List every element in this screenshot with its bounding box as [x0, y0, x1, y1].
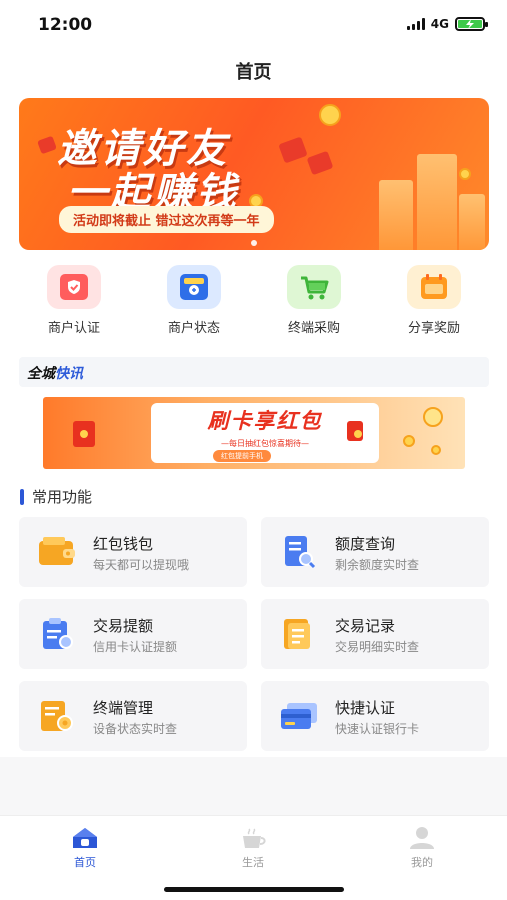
network-type: 4G	[430, 17, 449, 31]
card-raise-limit[interactable]: 交易提额 信用卡认证提额	[19, 599, 247, 669]
news-banner-board: 刷卡享红包 —每日抽红包惊喜期待— 红包提前手机	[151, 403, 379, 463]
merchant-shield-icon	[47, 265, 101, 309]
coin-decoration	[423, 407, 443, 427]
tab-me[interactable]: 我的	[382, 826, 462, 870]
bank-card-icon	[279, 699, 317, 733]
quick-merchant-verify[interactable]: 商户认证	[14, 265, 134, 336]
gift-decoration	[278, 136, 308, 164]
news-banner-title: 刷卡享红包	[207, 409, 323, 433]
quick-label: 商户状态	[167, 321, 220, 336]
quick-label: 终端采购	[287, 321, 340, 336]
carousel-dots	[19, 240, 489, 246]
card-desc: 信用卡认证提额	[93, 640, 178, 654]
card-title: 终端管理	[93, 699, 154, 717]
records-icon	[279, 617, 315, 651]
status-bar: 12:00 4G	[0, 0, 507, 50]
card-desc: 快速认证银行卡	[335, 722, 420, 736]
tab-life[interactable]: 生活	[213, 826, 293, 870]
page-title: 首页	[235, 62, 272, 83]
red-envelope-icon	[347, 421, 363, 441]
function-grid: 红包钱包 每天都可以提现哦 额度查询 剩余额度实时查 交易提额 信用卡认证提额 …	[19, 517, 489, 751]
status-indicators: 4G	[406, 17, 488, 31]
card-desc: 交易明细实时查	[335, 640, 420, 654]
wallet-icon	[37, 535, 75, 569]
home-indicator	[164, 887, 344, 892]
coin-decoration	[319, 104, 341, 126]
section-heading: 常用功能	[20, 486, 92, 507]
card-title: 红包钱包	[93, 535, 154, 553]
card-title: 交易提额	[93, 617, 154, 635]
section-title: 常用功能	[32, 488, 93, 506]
quick-terminal-purchase[interactable]: 终端采购	[254, 265, 374, 336]
status-time: 12:00	[38, 15, 93, 35]
reward-calendar-icon	[407, 265, 461, 309]
quick-label: 商户认证	[47, 321, 100, 336]
tab-home[interactable]: 首页	[45, 826, 125, 870]
coffee-icon	[243, 828, 266, 848]
quick-share-reward[interactable]: 分享奖励	[374, 265, 494, 336]
card-title: 快捷认证	[335, 699, 396, 717]
news-title-highlight: 快讯	[55, 366, 83, 382]
news-title: 全城快讯	[27, 363, 83, 383]
card-red-packet-wallet[interactable]: 红包钱包 每天都可以提现哦	[19, 517, 247, 587]
raise-limit-icon	[37, 617, 73, 651]
card-desc: 设备状态实时查	[93, 722, 178, 736]
terminal-manage-icon	[37, 699, 73, 733]
home-icon	[73, 828, 97, 848]
tab-label: 我的	[411, 856, 433, 869]
quick-label: 分享奖励	[407, 321, 460, 336]
card-title: 额度查询	[335, 535, 396, 553]
user-icon	[410, 827, 434, 849]
card-title: 交易记录	[335, 617, 396, 635]
card-desc: 剩余额度实时查	[335, 558, 420, 572]
card-quick-verify[interactable]: 快捷认证 快速认证银行卡	[261, 681, 489, 751]
red-envelope-icon	[73, 421, 95, 447]
signal-icon	[406, 18, 425, 30]
news-title-prefix: 全城	[27, 366, 55, 382]
card-desc: 每天都可以提现哦	[93, 558, 190, 572]
quota-search-icon	[279, 535, 316, 569]
coin-decoration	[459, 168, 471, 180]
quick-merchant-status[interactable]: 商户状态	[134, 265, 254, 336]
building-decoration	[417, 154, 457, 250]
cart-icon	[287, 265, 341, 309]
news-banner-subtitle: —每日抽红包惊喜期待—	[221, 439, 309, 448]
quick-entries: 商户认证 商户状态 终端采购 分享奖励	[0, 265, 507, 336]
bottom-spacer	[0, 757, 507, 815]
card-transaction-records[interactable]: 交易记录 交易明细实时查	[261, 599, 489, 669]
news-bar[interactable]: 全城快讯	[19, 357, 489, 387]
store-icon	[167, 265, 221, 309]
gift-decoration	[37, 135, 57, 155]
news-banner[interactable]: 刷卡享红包 —每日抽红包惊喜期待— 红包提前手机	[43, 397, 465, 469]
card-terminal-management[interactable]: 终端管理 设备状态实时查	[19, 681, 247, 751]
coin-decoration	[403, 435, 415, 447]
gift-decoration	[306, 150, 334, 176]
tab-label: 首页	[74, 856, 96, 869]
card-quota-query[interactable]: 额度查询 剩余额度实时查	[261, 517, 489, 587]
banner-note: 活动即将截止 错过这次再等一年	[59, 206, 274, 233]
section-accent-bar	[20, 488, 24, 505]
tab-label: 生活	[242, 856, 264, 869]
battery-icon	[455, 17, 488, 31]
news-banner-tag: 红包提前手机	[213, 450, 271, 462]
coin-decoration	[431, 445, 441, 455]
promo-banner[interactable]: 邀请好友 一起赚钱 活动即将截止 错过这次再等一年	[19, 98, 489, 250]
